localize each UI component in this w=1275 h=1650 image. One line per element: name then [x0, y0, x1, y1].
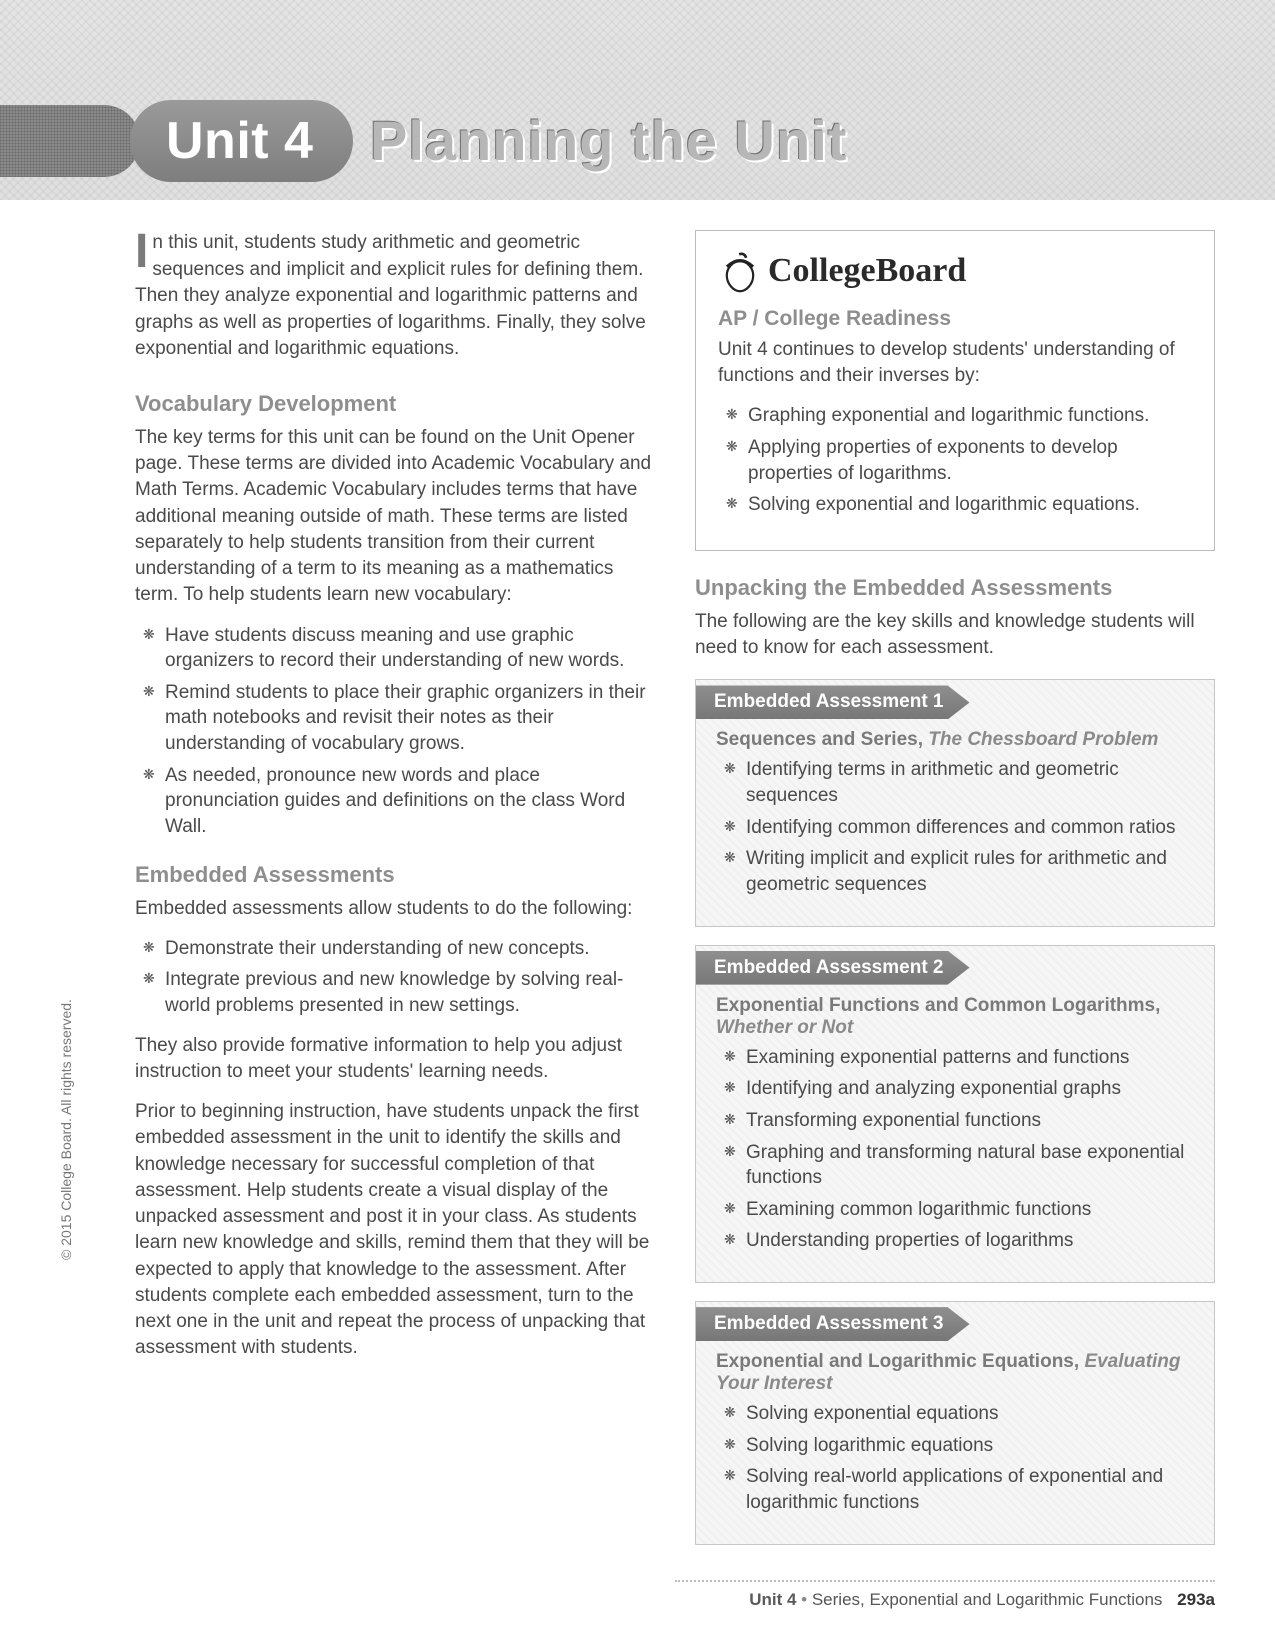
- copyright-text: © 2015 College Board. All rights reserve…: [58, 999, 74, 1260]
- ea1-title: Sequences and Series, The Chessboard Pro…: [716, 729, 1196, 751]
- unit-badge: Unit 4: [130, 100, 353, 182]
- footer-page-number: 293a: [1177, 1590, 1215, 1609]
- list-item: Solving real-world applications of expon…: [724, 1464, 1196, 1515]
- ap-heading: AP / College Readiness: [718, 307, 1194, 331]
- list-item: Identifying terms in arithmetic and geom…: [724, 757, 1196, 808]
- list-item: Graphing and transforming natural base e…: [724, 1140, 1196, 1191]
- footer-unit: Unit 4: [749, 1590, 796, 1609]
- collegeboard-wordmark: CollegeBoard: [768, 252, 966, 290]
- list-item: Applying properties of exponents to deve…: [726, 435, 1194, 486]
- ea1-bullets: Identifying terms in arithmetic and geom…: [716, 757, 1196, 897]
- ea-text-2: They also provide formative information …: [135, 1033, 655, 1085]
- content-columns: In this unit, students study arithmetic …: [0, 200, 1275, 1555]
- list-item: Demonstrate their understanding of new c…: [143, 936, 655, 962]
- list-item: Examining exponential patterns and funct…: [724, 1045, 1196, 1071]
- list-item: Writing implicit and explicit rules for …: [724, 846, 1196, 897]
- ea-heading: Embedded Assessments: [135, 862, 655, 888]
- ea1-subtitle: The Chessboard Problem: [928, 729, 1158, 750]
- left-column: In this unit, students study arithmetic …: [135, 230, 655, 1555]
- page-footer: Unit 4 • Series, Exponential and Logarit…: [675, 1580, 1215, 1610]
- vocab-heading: Vocabulary Development: [135, 391, 655, 417]
- intro-paragraph: In this unit, students study arithmetic …: [135, 230, 655, 363]
- list-item: Solving logarithmic equations: [724, 1433, 1196, 1459]
- ea3-bullets: Solving exponential equations Solving lo…: [716, 1401, 1196, 1516]
- vocab-text: The key terms for this unit can be found…: [135, 425, 655, 609]
- unpack-text: The following are the key skills and kno…: [695, 609, 1215, 661]
- ap-bullets: Graphing exponential and logarithmic fun…: [718, 403, 1194, 518]
- ea1-title-main: Sequences and Series,: [716, 729, 923, 750]
- list-item: Understanding properties of logarithms: [724, 1228, 1196, 1254]
- collegeboard-logo: CollegeBoard: [718, 249, 1194, 293]
- list-item: Identifying common differences and commo…: [724, 815, 1196, 841]
- ea3-tab: Embedded Assessment 3: [696, 1307, 970, 1341]
- ea2-subtitle: Whether or Not: [716, 1017, 853, 1038]
- embedded-assessment-3: Embedded Assessment 3 Exponential and Lo…: [695, 1301, 1215, 1545]
- list-item: Solving exponential equations: [724, 1401, 1196, 1427]
- acorn-icon: [718, 249, 762, 293]
- footer-separator: •: [801, 1590, 807, 1609]
- list-item: Have students discuss meaning and use gr…: [143, 623, 655, 674]
- intro-text: n this unit, students study arithmetic a…: [135, 232, 646, 359]
- ap-text: Unit 4 continues to develop students' un…: [718, 337, 1194, 389]
- list-item: Examining common logarithmic functions: [724, 1197, 1196, 1223]
- footer-title: Series, Exponential and Logarithmic Func…: [812, 1590, 1163, 1609]
- list-item: Solving exponential and logarithmic equa…: [726, 492, 1194, 518]
- banner-background: Unit 4 Planning the Unit: [0, 0, 1275, 200]
- unpack-heading: Unpacking the Embedded Assessments: [695, 575, 1215, 601]
- list-item: Transforming exponential functions: [724, 1108, 1196, 1134]
- vocab-bullets: Have students discuss meaning and use gr…: [135, 623, 655, 840]
- ea2-tab: Embedded Assessment 2: [696, 951, 970, 985]
- embedded-assessment-1: Embedded Assessment 1 Sequences and Seri…: [695, 679, 1215, 926]
- ea-text-3: Prior to beginning instruction, have stu…: [135, 1099, 655, 1361]
- collegeboard-box: CollegeBoard AP / College Readiness Unit…: [695, 230, 1215, 551]
- embedded-assessment-2: Embedded Assessment 2 Exponential Functi…: [695, 945, 1215, 1283]
- ea3-title-main: Exponential and Logarithmic Equations,: [716, 1351, 1079, 1372]
- intro-dropcap: I: [135, 230, 152, 272]
- right-column: CollegeBoard AP / College Readiness Unit…: [695, 230, 1215, 1555]
- ea2-bullets: Examining exponential patterns and funct…: [716, 1045, 1196, 1254]
- page: Unit 4 Planning the Unit In this unit, s…: [0, 0, 1275, 1650]
- ea2-title: Exponential Functions and Common Logarit…: [716, 995, 1196, 1039]
- ea-text-1: Embedded assessments allow students to d…: [135, 896, 655, 922]
- list-item: As needed, pronounce new words and place…: [143, 763, 655, 840]
- ea1-tab: Embedded Assessment 1: [696, 685, 970, 719]
- ea3-title: Exponential and Logarithmic Equations, E…: [716, 1351, 1196, 1395]
- ea-intro-bullets: Demonstrate their understanding of new c…: [135, 936, 655, 1019]
- list-item: Identifying and analyzing exponential gr…: [724, 1076, 1196, 1102]
- list-item: Graphing exponential and logarithmic fun…: [726, 403, 1194, 429]
- banner-left-ornament: [0, 105, 140, 177]
- ea2-title-main: Exponential Functions and Common Logarit…: [716, 995, 1160, 1016]
- list-item: Integrate previous and new knowledge by …: [143, 967, 655, 1018]
- list-item: Remind students to place their graphic o…: [143, 680, 655, 757]
- banner-title: Planning the Unit: [370, 108, 847, 173]
